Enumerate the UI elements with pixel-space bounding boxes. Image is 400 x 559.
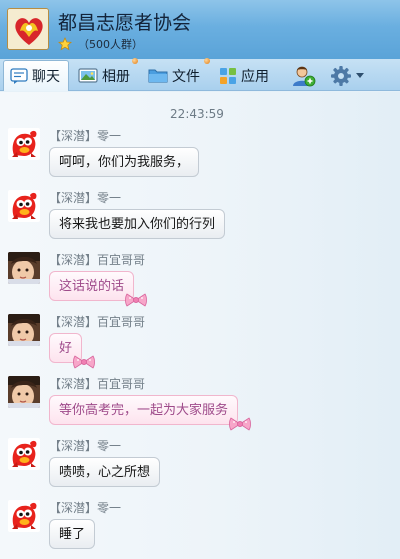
message-text: 啧啧，心之所想 <box>59 465 151 480</box>
message-text: 这话说的话 <box>59 279 125 294</box>
tab-photo-album[interactable]: 相册 <box>78 58 140 91</box>
add-member-icon <box>293 66 316 86</box>
sender-name[interactable]: 【深潜】百宜哥哥 <box>49 313 145 330</box>
message-bubble[interactable]: 好 <box>49 333 82 363</box>
child-photo-avatar[interactable] <box>8 376 40 408</box>
photo-album-notify-dot <box>132 58 138 64</box>
message-text: 睡了 <box>59 527 86 542</box>
settings-gear-icon <box>331 65 351 86</box>
tab-chat-label: 聊天 <box>32 69 60 85</box>
red-mascot-avatar[interactable] <box>8 190 40 222</box>
message-bubble[interactable]: 呵呵，你们为我服务， <box>49 147 200 177</box>
tab-apps[interactable]: 应用 <box>219 60 281 91</box>
child-photo-avatar[interactable] <box>8 314 40 346</box>
folder-icon <box>148 69 168 83</box>
chat-message: 【深潜】百宜哥哥 这话说的话 <box>0 252 394 314</box>
apps-grid-icon <box>220 67 236 84</box>
message-bubble[interactable]: 睡了 <box>49 519 96 549</box>
chat-message: 【深潜】零一 睡了 <box>0 500 394 559</box>
red-mascot-avatar[interactable] <box>8 438 40 470</box>
group-toolbar: 聊天 相册 文件 应用 <box>0 58 400 91</box>
message-bubble[interactable]: 啧啧，心之所想 <box>49 457 161 487</box>
group-header: 都昌志愿者协会 （500人群） <box>0 0 400 59</box>
tab-apps-label: 应用 <box>241 68 269 85</box>
pink-bow-icon <box>229 417 251 431</box>
settings-dropdown-button[interactable] <box>356 60 368 91</box>
group-member-count: （500人群） <box>78 38 143 51</box>
chat-message: 【深潜】零一 呵呵，你们为我服务， <box>0 128 394 190</box>
message-text: 等你高考完，一起为大家服务 <box>59 403 229 418</box>
tab-photo-album-label: 相册 <box>102 68 130 85</box>
group-meta: （500人群） <box>58 36 143 52</box>
message-timestamp: 22:43:59 <box>170 107 224 121</box>
tab-files[interactable]: 文件 <box>148 58 212 91</box>
dropdown-arrow-icon <box>356 72 364 78</box>
sender-name[interactable]: 【深潜】零一 <box>49 189 121 206</box>
message-bubble[interactable]: 这话说的话 <box>49 271 134 301</box>
red-mascot-avatar[interactable] <box>8 128 40 160</box>
message-bubble[interactable]: 等你高考完，一起为大家服务 <box>49 395 238 425</box>
tab-files-label: 文件 <box>172 68 200 85</box>
group-logo-icon[interactable] <box>7 8 49 50</box>
sender-name[interactable]: 【深潜】百宜哥哥 <box>49 251 145 268</box>
files-notify-dot <box>204 58 210 64</box>
chat-message: 【深潜】零一 啧啧，心之所想 <box>0 438 394 500</box>
settings-button[interactable] <box>330 60 354 91</box>
sender-name[interactable]: 【深潜】零一 <box>49 127 121 144</box>
group-title: 都昌志愿者协会 <box>58 12 192 34</box>
red-mascot-avatar[interactable] <box>8 500 40 532</box>
message-text: 呵呵，你们为我服务， <box>59 155 190 170</box>
chat-message-area[interactable]: 22:43:59 【深潜】零一 呵呵，你们为我服务， 【深潜】零一 将来我也要加… <box>0 92 400 559</box>
chat-icon <box>10 67 28 84</box>
child-photo-avatar[interactable] <box>8 252 40 284</box>
chat-message: 【深潜】百宜哥哥 等你高考完，一起为大家服务 <box>0 376 394 438</box>
message-text: 将来我也要加入你们的行列 <box>59 217 216 232</box>
chat-message: 【深潜】零一 将来我也要加入你们的行列 <box>0 190 394 252</box>
group-level-star-icon <box>58 37 72 51</box>
sender-name[interactable]: 【深潜】零一 <box>49 437 121 454</box>
photo-album-icon <box>78 68 98 83</box>
chat-message: 【深潜】百宜哥哥 好 <box>0 314 394 376</box>
message-bubble[interactable]: 将来我也要加入你们的行列 <box>49 209 226 239</box>
sender-name[interactable]: 【深潜】零一 <box>49 499 121 516</box>
pink-bow-icon <box>125 293 147 307</box>
sender-name[interactable]: 【深潜】百宜哥哥 <box>49 375 145 392</box>
message-text: 好 <box>59 341 73 356</box>
pink-bow-icon <box>73 355 95 369</box>
tab-chat[interactable]: 聊天 <box>3 60 69 91</box>
add-member-button[interactable] <box>292 60 318 91</box>
